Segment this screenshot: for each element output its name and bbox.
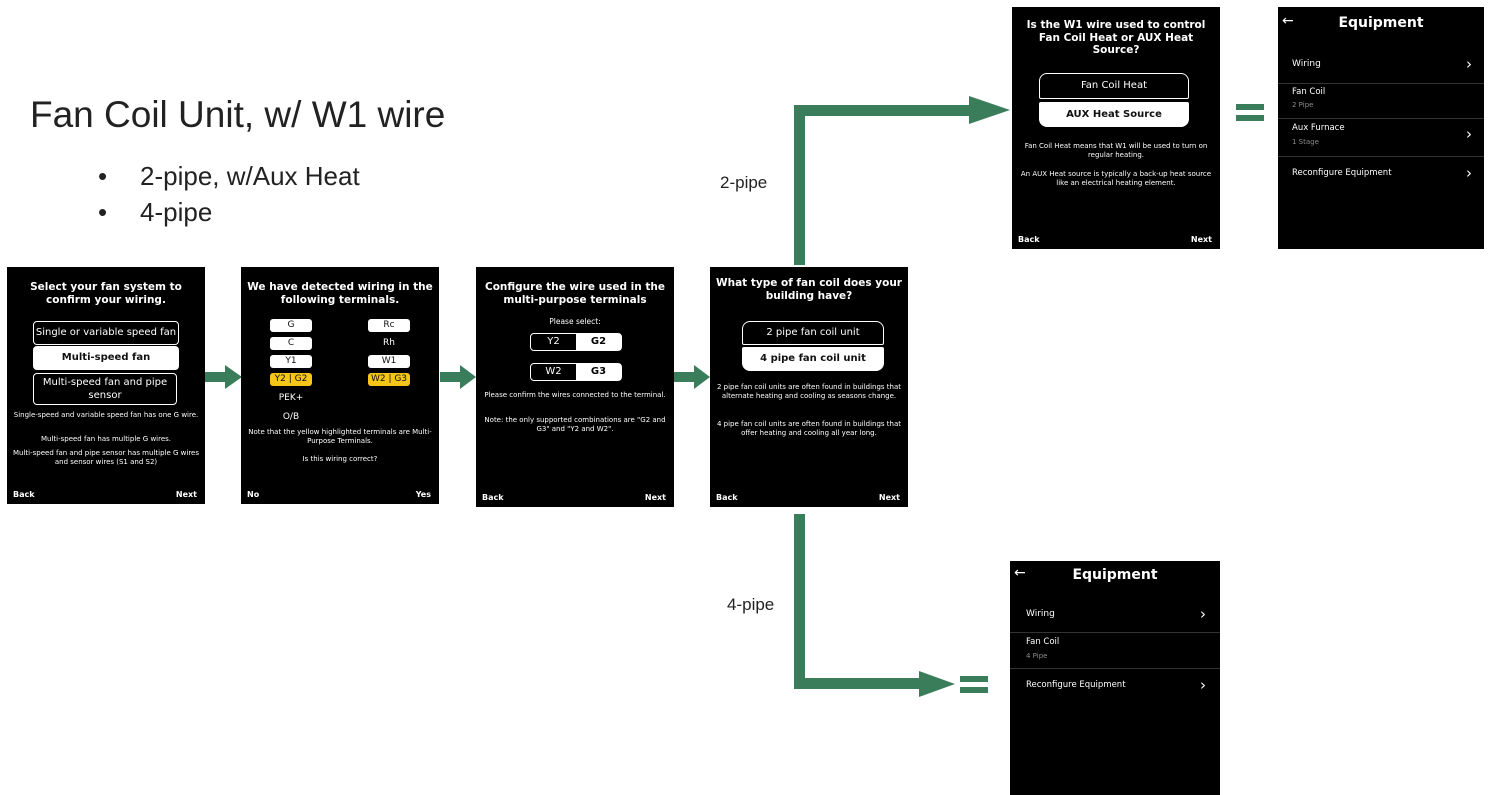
screen-w1-wire: Is the W1 wire used to control Fan Coil …: [1012, 7, 1220, 249]
screen-fan-system: Select your fan system to confirm your w…: [7, 267, 205, 504]
row-fan-coil: Fan Coil 2 Pipe: [1278, 87, 1484, 117]
note: Please confirm the wires connected to th…: [484, 391, 666, 399]
seg-g3[interactable]: G3: [576, 364, 621, 380]
row-aux-furnace[interactable]: Aux Furnace 1 Stage ›: [1278, 123, 1484, 153]
note: Fan Coil Heat means that W1 will be used…: [1024, 142, 1208, 160]
screen-title: We have detected wiring in the following…: [247, 281, 433, 306]
terminal-w1: W1: [368, 355, 410, 368]
back-button[interactable]: Back: [482, 493, 504, 502]
terminal-pek: PEK+: [278, 393, 304, 403]
terminal-rh: Rh: [383, 338, 395, 348]
seg-y2[interactable]: Y2: [531, 334, 576, 350]
terminal-rc: Rc: [368, 319, 410, 332]
next-button[interactable]: Next: [1191, 235, 1212, 244]
row-label: Reconfigure Equipment: [1292, 168, 1392, 178]
toggle-w2-g3[interactable]: W2 G3: [530, 363, 622, 381]
row-reconfigure-equipment[interactable]: Reconfigure Equipment ›: [1278, 164, 1484, 190]
toggle-y2-g2[interactable]: Y2 G2: [530, 333, 622, 351]
seg-w2[interactable]: W2: [531, 364, 576, 380]
terminal-c: C: [270, 337, 312, 350]
divider: [1278, 83, 1484, 84]
screen-title: Configure the wire used in the multi-pur…: [484, 281, 665, 306]
chevron-right-icon: ›: [1200, 676, 1206, 694]
equipment-title: Equipment: [1072, 567, 1158, 583]
no-button[interactable]: No: [247, 490, 259, 499]
option-2-pipe[interactable]: 2 pipe fan coil unit: [742, 321, 884, 345]
terminal-ob: O/B: [282, 412, 300, 422]
divider: [1278, 118, 1484, 119]
equals-sign-top: [1236, 104, 1264, 121]
note: Note: the only supported combinations ar…: [484, 416, 666, 434]
divider: [1010, 632, 1220, 633]
next-button[interactable]: Next: [176, 490, 197, 499]
row-sub: 2 Pipe: [1292, 101, 1314, 109]
arrow-4-pipe-branch: [794, 514, 955, 697]
terminal-y1: Y1: [270, 355, 312, 368]
row-sub: 4 Pipe: [1026, 652, 1048, 660]
arrow-2-3: [440, 365, 476, 389]
row-label: Fan Coil: [1292, 87, 1326, 97]
row-label: Fan Coil: [1026, 637, 1060, 647]
note: 2 pipe fan coil units are often found in…: [716, 383, 902, 401]
row-label: Reconfigure Equipment: [1026, 680, 1126, 690]
note: Multi-speed fan and pipe sensor has mult…: [12, 449, 199, 467]
option-multi-speed-pipe-sensor[interactable]: Multi-speed fan and pipe sensor: [33, 373, 177, 405]
row-label: Wiring: [1292, 59, 1321, 69]
note: An AUX Heat source is typically a back-u…: [1020, 170, 1212, 188]
chevron-right-icon: ›: [1466, 164, 1472, 182]
next-button[interactable]: Next: [879, 493, 900, 502]
screen-title: Is the W1 wire used to control Fan Coil …: [1026, 19, 1206, 57]
screen-title: Select your fan system to confirm your w…: [30, 281, 182, 306]
screen-detected-wiring: We have detected wiring in the following…: [241, 267, 439, 504]
prompt: Please select:: [549, 317, 601, 326]
chevron-right-icon: ›: [1200, 605, 1206, 623]
branch-label-2-pipe: 2-pipe: [720, 173, 768, 192]
equals-sign-bottom: [960, 676, 988, 693]
terminal-g: G: [270, 319, 312, 332]
equipment-title: Equipment: [1338, 15, 1424, 31]
row-fan-coil: Fan Coil 4 Pipe: [1010, 637, 1220, 667]
yes-button[interactable]: Yes: [416, 490, 431, 499]
row-wiring[interactable]: Wiring ›: [1010, 605, 1220, 631]
option-multi-speed-fan[interactable]: Multi-speed fan: [33, 346, 179, 370]
back-button[interactable]: Back: [716, 493, 738, 502]
arrow-1-2: [205, 365, 242, 389]
screen-title: What type of fan coil does your building…: [716, 277, 902, 302]
divider: [1278, 156, 1484, 157]
terminal-w2-g3: W2 | G3: [368, 373, 410, 386]
note: 4 pipe fan coil units are often found in…: [716, 420, 902, 438]
screen-configure-terminals: Configure the wire used in the multi-pur…: [476, 267, 674, 507]
seg-g2[interactable]: G2: [576, 334, 621, 350]
arrow-3-4: [674, 365, 710, 389]
terminal-y2-g2: Y2 | G2: [270, 373, 312, 386]
chevron-right-icon: ›: [1466, 125, 1472, 143]
screen-fan-coil-type: What type of fan coil does your building…: [710, 267, 908, 507]
row-sub: 1 Stage: [1292, 138, 1319, 146]
note: Multi-speed fan has multiple G wires.: [40, 435, 172, 443]
row-reconfigure-equipment[interactable]: Reconfigure Equipment ›: [1010, 676, 1220, 702]
screen-equipment-2-pipe: ← Equipment Wiring › Fan Coil 2 Pipe Aux…: [1278, 7, 1484, 249]
chevron-right-icon: ›: [1466, 55, 1472, 73]
back-button[interactable]: Back: [13, 490, 35, 499]
note: Is this wiring correct?: [302, 455, 378, 463]
next-button[interactable]: Next: [645, 493, 666, 502]
option-4-pipe[interactable]: 4 pipe fan coil unit: [742, 347, 884, 371]
option-aux-heat-source[interactable]: AUX Heat Source: [1039, 102, 1189, 127]
back-button[interactable]: Back: [1018, 235, 1040, 244]
note: Single-speed and variable speed fan has …: [13, 411, 199, 419]
screen-equipment-4-pipe: ← Equipment Wiring › Fan Coil 4 Pipe Rec…: [1010, 561, 1220, 795]
row-label: Wiring: [1026, 609, 1055, 619]
option-fan-coil-heat[interactable]: Fan Coil Heat: [1039, 73, 1189, 99]
arrow-2-pipe-branch: [794, 96, 1010, 265]
note: Note that the yellow highlighted termina…: [248, 428, 432, 446]
divider: [1010, 668, 1220, 669]
option-single-variable-fan[interactable]: Single or variable speed fan: [33, 321, 179, 345]
row-label: Aux Furnace: [1292, 123, 1345, 133]
branch-label-4-pipe: 4-pipe: [727, 595, 775, 614]
row-wiring[interactable]: Wiring ›: [1278, 55, 1484, 81]
